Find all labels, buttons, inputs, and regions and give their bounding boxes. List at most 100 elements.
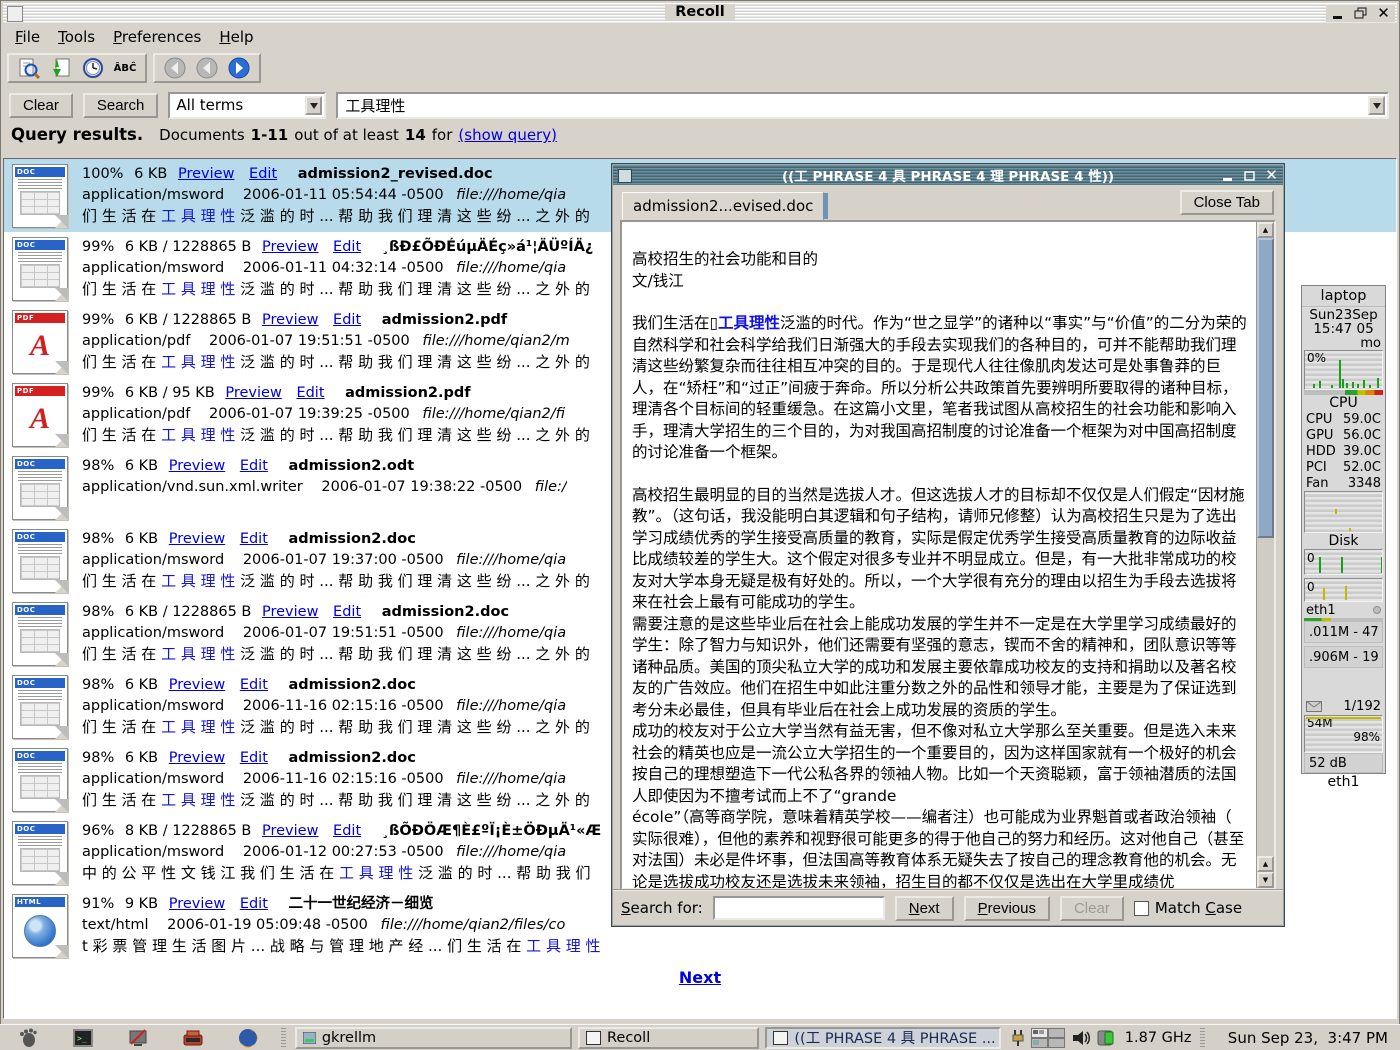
find-clear-button[interactable]: Clear [1060, 896, 1124, 921]
search-mode-select[interactable]: All terms [168, 92, 326, 119]
show-query-link[interactable]: (show query) [458, 126, 557, 144]
match-case-checkbox[interactable] [1134, 901, 1149, 916]
preview-text-area[interactable]: 高校招生的社会功能和目的 文/钱江我们生活在▯工具理性泛滥的时代。作为“世之显学… [620, 220, 1276, 890]
workspace-pager-icon[interactable] [1031, 1028, 1065, 1048]
menu-tools[interactable]: Tools [50, 26, 103, 48]
typewriter-icon[interactable] [183, 1027, 204, 1049]
taskbar-button-recoll[interactable]: Recoll [578, 1027, 759, 1049]
preview-link[interactable]: Preview [225, 385, 281, 401]
no-display-icon[interactable] [128, 1027, 149, 1049]
file-type-icon: HTML A [12, 894, 68, 958]
terminal-icon[interactable]: >_ [73, 1027, 94, 1049]
match-case-control[interactable]: Match Case [1134, 899, 1242, 917]
preview-link[interactable]: Preview [178, 166, 234, 182]
title-bar[interactable]: Recoll ✕ [3, 3, 1397, 23]
scroll-up-icon[interactable]: ▲ [1257, 222, 1274, 238]
close-tab-button[interactable]: Close Tab [1180, 190, 1274, 215]
plug-icon[interactable] [1011, 1029, 1025, 1047]
gkrellm-date: Sun23Sep [1302, 308, 1385, 322]
taskbar-button-gkrellm[interactable]: gkrellm [295, 1027, 572, 1049]
preview-link[interactable]: Preview [262, 604, 318, 620]
preview-title-bar[interactable]: ((工 PHRASE 4 具 PHRASE 4 理 PHRASE 4 性)) ✕ [613, 165, 1283, 185]
preview-tab[interactable]: admission2...evised.doc [622, 192, 824, 220]
taskbar-handle[interactable] [281, 1028, 285, 1048]
sort-parameters-icon[interactable] [49, 56, 73, 80]
preview-link[interactable]: Preview [169, 458, 225, 474]
gkrellm-monitor[interactable]: laptop Sun23Sep 15:47 05 mo 0% CPU CPU59… [1301, 285, 1386, 774]
result-snippet: 们 生 活 在 工 具 理 性 泛 滥 的 时 ... 帮 助 我 们 理 清 … [82, 425, 590, 446]
preview-link[interactable]: Preview [262, 823, 318, 839]
taskbar-button-preview[interactable]: ((工 PHRASE 4 具 PHRASE ... [765, 1027, 1000, 1049]
minimize-icon[interactable] [1330, 7, 1345, 20]
menu-file[interactable]: File [7, 26, 48, 48]
result-url: file:///home/qia [456, 187, 566, 203]
net-tx: .906M - 190 [1304, 646, 1383, 668]
result-mimetype: application/msword [82, 771, 224, 787]
window-title: Recoll [3, 4, 1397, 20]
scrollbar-thumb[interactable] [1257, 238, 1274, 538]
battery-icon[interactable] [1097, 1029, 1119, 1047]
menu-preferences[interactable]: Preferences [105, 26, 209, 48]
result-url: file:///home/qia [456, 552, 566, 568]
previous-page-icon[interactable] [195, 56, 219, 80]
term-explorer-icon[interactable]: ÂBĈ [113, 56, 137, 80]
result-mimetype: application/pdf [82, 406, 190, 422]
next-page-link[interactable]: Next [679, 968, 721, 987]
edit-link[interactable]: Edit [240, 750, 268, 766]
edit-link[interactable]: Edit [333, 823, 361, 839]
advanced-search-icon[interactable] [17, 56, 41, 80]
preview-search-input[interactable] [713, 896, 885, 920]
preview-close-icon[interactable]: ✕ [1264, 169, 1279, 182]
search-button[interactable]: Search [83, 93, 159, 118]
tray-handle[interactable] [1200, 1028, 1204, 1048]
result-url: file:///home/qian2/m [422, 333, 569, 349]
query-text: 工具理性 [345, 95, 405, 116]
edit-link[interactable]: Edit [333, 239, 361, 255]
preview-search-bar: Search for: Next Previous Clear Match Ca… [613, 889, 1283, 925]
clear-button[interactable]: Clear [9, 93, 73, 118]
volume-icon[interactable] [1071, 1029, 1091, 1047]
results-range: 1-11 [251, 126, 289, 144]
gnome-foot-icon[interactable] [18, 1027, 39, 1049]
history-icon[interactable] [81, 56, 105, 80]
query-input[interactable]: 工具理性 [336, 92, 1389, 119]
result-date: 2006-01-07 19:51:51 -0500 [209, 333, 410, 349]
next-page-icon[interactable] [227, 56, 251, 80]
result-size: 6 KB [134, 166, 167, 182]
preview-link[interactable]: Preview [169, 531, 225, 547]
find-next-button[interactable]: Next [895, 896, 954, 921]
preview-link[interactable]: Preview [262, 312, 318, 328]
edit-link[interactable]: Edit [296, 385, 324, 401]
preview-link[interactable]: Preview [169, 750, 225, 766]
edit-link[interactable]: Edit [249, 166, 277, 182]
result-mimetype: application/pdf [82, 333, 190, 349]
result-relevance: 99% [82, 312, 114, 328]
preview-scrollbar[interactable]: ▲ ▲ ▼ [1256, 222, 1274, 888]
close-icon[interactable]: ✕ [1376, 7, 1391, 20]
scroll-down-icon[interactable]: ▼ [1257, 872, 1274, 888]
find-previous-button[interactable]: Previous [964, 896, 1050, 921]
edit-link[interactable]: Edit [333, 604, 361, 620]
result-relevance: 98% [82, 750, 114, 766]
maximize-icon[interactable] [1353, 7, 1368, 20]
edit-link[interactable]: Edit [240, 531, 268, 547]
edit-link[interactable]: Edit [333, 312, 361, 328]
window-mini-icon [586, 1031, 601, 1045]
menu-help[interactable]: Help [211, 26, 261, 48]
query-history-chevron-icon[interactable] [1368, 96, 1385, 115]
preview-maximize-icon[interactable] [1242, 169, 1257, 182]
edit-link[interactable]: Edit [240, 677, 268, 693]
preview-link[interactable]: Preview [262, 239, 318, 255]
preview-minimize-icon[interactable] [1220, 169, 1235, 182]
edit-link[interactable]: Edit [240, 458, 268, 474]
preview-link[interactable]: Preview [169, 896, 225, 912]
firefox-icon[interactable] [238, 1027, 259, 1049]
search-row: Clear Search All terms 工具理性 [3, 89, 1397, 121]
result-date: 2006-01-11 05:54:44 -0500 [243, 187, 444, 203]
first-page-icon[interactable] [163, 56, 187, 80]
preview-link[interactable]: Preview [169, 677, 225, 693]
scroll-up2-icon[interactable]: ▲ [1257, 856, 1274, 872]
taskbar-clock[interactable]: Sun Sep 23, 3:47 PM [1220, 1029, 1396, 1047]
chevron-down-icon[interactable] [305, 96, 322, 115]
edit-link[interactable]: Edit [240, 896, 268, 912]
